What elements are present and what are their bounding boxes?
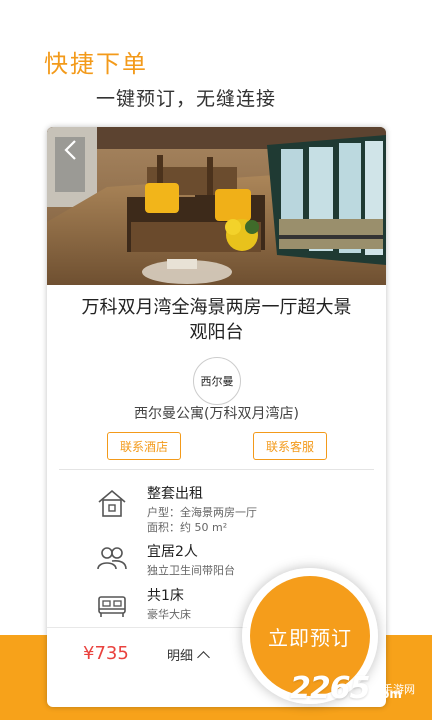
house-icon — [95, 487, 129, 519]
divider — [59, 469, 374, 470]
listing-title-line2: 观阳台 — [189, 322, 244, 343]
contact-hotel-button[interactable]: 联系酒店 — [107, 432, 181, 460]
price-label: ¥735 — [83, 643, 129, 664]
contact-service-button[interactable]: 联系客服 — [253, 432, 327, 460]
feature-detail: 面积：约 50 m² — [147, 521, 228, 534]
subheadline: 一键预订，无缝连接 — [96, 88, 277, 110]
apartment-photo — [47, 127, 386, 285]
hotel-logo-text: 西尔曼 — [200, 375, 234, 388]
back-arrow-icon[interactable] — [60, 137, 82, 163]
detail-toggle[interactable]: 明细 — [167, 645, 210, 664]
chevron-up-icon — [197, 651, 210, 664]
listing-title-line1: 万科双月湾全海景两房一厅超大景 — [81, 297, 352, 318]
feature-detail: 户型：全海景两房一厅 — [147, 506, 257, 519]
listing-title: 万科双月湾全海景两房一厅超大景 观阳台 — [47, 295, 386, 345]
detail-label: 明细 — [167, 649, 194, 664]
hotel-logo: 西尔曼 — [193, 357, 241, 405]
bottom-bar: ¥735 明细 — [47, 627, 247, 678]
headline: 快捷下单 — [44, 50, 148, 78]
people-icon — [95, 543, 129, 575]
watermark: 2265.com 手游网 — [290, 671, 415, 706]
watermark-site: 手游网 — [382, 683, 415, 696]
feature-detail: 豪华大床 — [147, 608, 191, 621]
feature-title: 宜居2人 — [147, 544, 198, 560]
watermark-number: 2265 — [290, 671, 370, 706]
hotel-name: 西尔曼公寓(万科双月湾店) — [134, 406, 299, 422]
feature-title: 共1床 — [147, 588, 184, 604]
feature-detail: 独立卫生间带阳台 — [147, 564, 235, 577]
feature-title: 整套出租 — [147, 486, 203, 502]
bed-icon — [95, 589, 129, 621]
